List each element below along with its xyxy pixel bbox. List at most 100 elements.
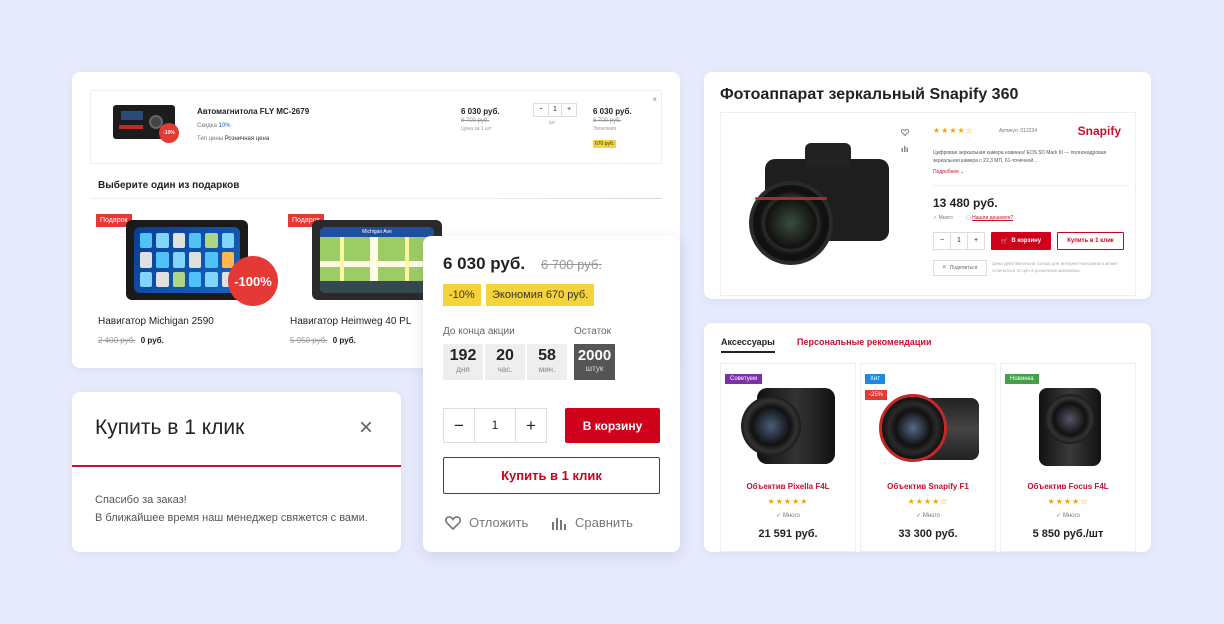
product-price: 13 480 руб. bbox=[933, 196, 998, 210]
qty-stepper[interactable]: − 1 + bbox=[533, 103, 577, 117]
timer-hours: 20 час. bbox=[485, 344, 525, 380]
qty-value[interactable]: 1 bbox=[548, 104, 562, 116]
remove-item-button[interactable]: × bbox=[652, 95, 657, 104]
badge-hit: Хит bbox=[865, 374, 886, 384]
cart-item-name[interactable]: Автомагнитола FLY MC-2679 bbox=[197, 107, 309, 116]
total-old-price: 6 700 руб. bbox=[593, 118, 622, 124]
share-icon: ⇱ bbox=[942, 265, 947, 271]
stock-label: Остаток bbox=[574, 326, 611, 337]
thanks-line: Спасибо за заказ! bbox=[95, 494, 187, 506]
gift-name[interactable]: Навигатор Michigan 2590 bbox=[98, 316, 214, 327]
total-price: 6 030 руб. bbox=[593, 107, 632, 116]
compare-label: Сравнить bbox=[575, 515, 633, 530]
tile-stock: ✓ Много bbox=[1056, 513, 1080, 519]
countdown-label: До конца акции bbox=[443, 326, 515, 337]
qty-plus[interactable]: + bbox=[562, 104, 576, 116]
divider bbox=[90, 198, 662, 199]
one-click-modal: Купить в 1 клик × Спасибо за заказ! В бл… bbox=[72, 392, 401, 552]
discount-label: Скидка bbox=[197, 123, 217, 129]
share-button[interactable]: ⇱ Поделиться bbox=[933, 260, 987, 276]
buy-box: 6 030 руб. 6 700 руб. -10% Экономия 670 … bbox=[423, 236, 680, 552]
qty-minus-button[interactable]: − bbox=[444, 409, 474, 442]
tile-stock: ✓ Много bbox=[776, 513, 800, 519]
compare-icon[interactable] bbox=[901, 145, 909, 152]
product-image[interactable] bbox=[745, 137, 895, 271]
tile-product-name[interactable]: Объектив Snapify F1 bbox=[861, 482, 995, 491]
product-tile[interactable]: Хит -25% Объектив Snapify F1 ★★★★☆ ✓ Мно… bbox=[860, 363, 996, 552]
product-tile[interactable]: Новинка Объектив Focus F4L ★★★★☆ ✓ Много… bbox=[1000, 363, 1136, 552]
badge-new: Новинка bbox=[1005, 374, 1039, 384]
qty-plus-button[interactable]: + bbox=[516, 409, 546, 442]
defer-link[interactable]: Отложить bbox=[445, 515, 528, 530]
lens-image bbox=[1035, 388, 1105, 466]
qty-stepper[interactable]: − 1 + bbox=[443, 408, 547, 443]
product-tile[interactable]: Советуем Объектив Pixella F4L ★★★★★ ✓ Мн… bbox=[720, 363, 856, 552]
article-number: Артикул: 012234 bbox=[999, 128, 1038, 134]
gift-card[interactable]: Подарок -100% Навигатор Michigan 2590 2 … bbox=[96, 212, 278, 352]
qty-plus-button[interactable]: + bbox=[968, 233, 984, 249]
timer-days: 192 дня bbox=[443, 344, 483, 380]
countdown-timer: 192 дня 20 час. 58 мин. bbox=[443, 344, 567, 380]
qty-unit: шт bbox=[549, 120, 556, 126]
gift-discount-badge: -100% bbox=[228, 256, 278, 306]
qty-stepper[interactable]: − 1 + bbox=[933, 232, 985, 250]
compare-icon bbox=[552, 517, 566, 530]
qty-minus-button[interactable]: − bbox=[934, 233, 950, 249]
tile-price: 21 591 руб. bbox=[758, 528, 818, 540]
qty-input[interactable]: 1 bbox=[474, 409, 516, 442]
add-to-cart-button[interactable]: В корзину bbox=[565, 408, 660, 443]
badge-recommended: Советуем bbox=[725, 374, 763, 384]
tab-personal-recommendations[interactable]: Персональные рекомендации bbox=[797, 337, 931, 347]
old-price: 6 700 руб. bbox=[541, 257, 602, 272]
modal-divider bbox=[72, 465, 401, 467]
gift-price: 0 руб. bbox=[332, 336, 356, 345]
lens-image bbox=[879, 394, 979, 464]
buy-one-click-button[interactable]: Купить в 1 клик bbox=[443, 457, 660, 494]
discount-badge: -10% bbox=[443, 284, 481, 306]
gift-name[interactable]: Навигатор Heimweg 40 PL bbox=[290, 316, 411, 327]
compare-link[interactable]: Сравнить bbox=[551, 515, 633, 530]
discount-badge: -10% bbox=[159, 123, 179, 143]
price-disclaimer: Цена действительна только для интернет-м… bbox=[992, 261, 1119, 273]
stock-box: 2000 штук bbox=[574, 344, 615, 380]
tile-stars: ★★★★☆ bbox=[1047, 497, 1089, 506]
tile-stars: ★★★★★ bbox=[767, 497, 809, 506]
tile-product-name[interactable]: Объектив Pixella F4L bbox=[721, 482, 855, 491]
qty-input[interactable]: 1 bbox=[950, 233, 968, 249]
unit-note: Цена за 1 шт bbox=[461, 126, 492, 132]
lens-image bbox=[741, 388, 837, 464]
buy-one-click-button[interactable]: Купить в 1 клик bbox=[1057, 232, 1124, 250]
product-card: Фотоаппарат зеркальный Snapify 360 ★★★★☆… bbox=[704, 72, 1151, 299]
price-type-label: Тип цены bbox=[197, 136, 224, 142]
qty-minus[interactable]: − bbox=[534, 104, 548, 116]
rating-stars: ★★★★☆ bbox=[933, 126, 974, 135]
product-panel: ★★★★☆ Артикул: 012234 Snapify Цифровая з… bbox=[720, 112, 1136, 296]
tab-accessories[interactable]: Аксессуары bbox=[721, 337, 775, 353]
saving-badge: 670 руб. bbox=[593, 140, 617, 148]
close-icon[interactable]: × bbox=[359, 414, 373, 442]
add-to-cart-button[interactable]: 🛒 В корзину bbox=[991, 232, 1051, 250]
unit-old-price: 6 700 руб. bbox=[461, 118, 490, 124]
price-type-value: Розничная цена bbox=[224, 136, 270, 142]
gift-old-price: 2 400 руб. bbox=[98, 336, 136, 345]
price: 6 030 руб. bbox=[443, 254, 526, 273]
favorite-heart-icon[interactable] bbox=[901, 129, 909, 136]
saving-label: Экономия bbox=[593, 126, 617, 132]
brand-logo[interactable]: Snapify bbox=[1078, 124, 1121, 138]
more-link[interactable]: Подробнее ⌄ bbox=[933, 169, 965, 175]
modal-title: Купить в 1 клик bbox=[95, 416, 245, 439]
tile-price: 5 850 руб./шт bbox=[1032, 528, 1104, 540]
cart-icon: 🛒 bbox=[1000, 238, 1009, 245]
timer-minutes: 58 мин. bbox=[527, 344, 567, 380]
stock-status: ✓ Много bbox=[933, 215, 953, 221]
tile-stars: ★★★★☆ bbox=[907, 497, 949, 506]
map-street-label: Michigan Ave bbox=[320, 227, 434, 237]
tile-price: 33 300 руб. bbox=[898, 528, 958, 540]
discount-value: 10% bbox=[218, 123, 231, 129]
manager-line: В ближайшее время наш менеджер свяжется … bbox=[95, 512, 368, 524]
gift-old-price: 5 950 руб. bbox=[290, 336, 328, 345]
tile-product-name[interactable]: Объектив Focus F4L bbox=[1001, 482, 1135, 491]
found-cheaper-link[interactable]: ▢ Нашли дешевле? bbox=[966, 215, 1013, 221]
product-description: Цифровая зеркальная камера новинка! EOS … bbox=[933, 150, 1107, 164]
defer-label: Отложить bbox=[469, 515, 529, 530]
